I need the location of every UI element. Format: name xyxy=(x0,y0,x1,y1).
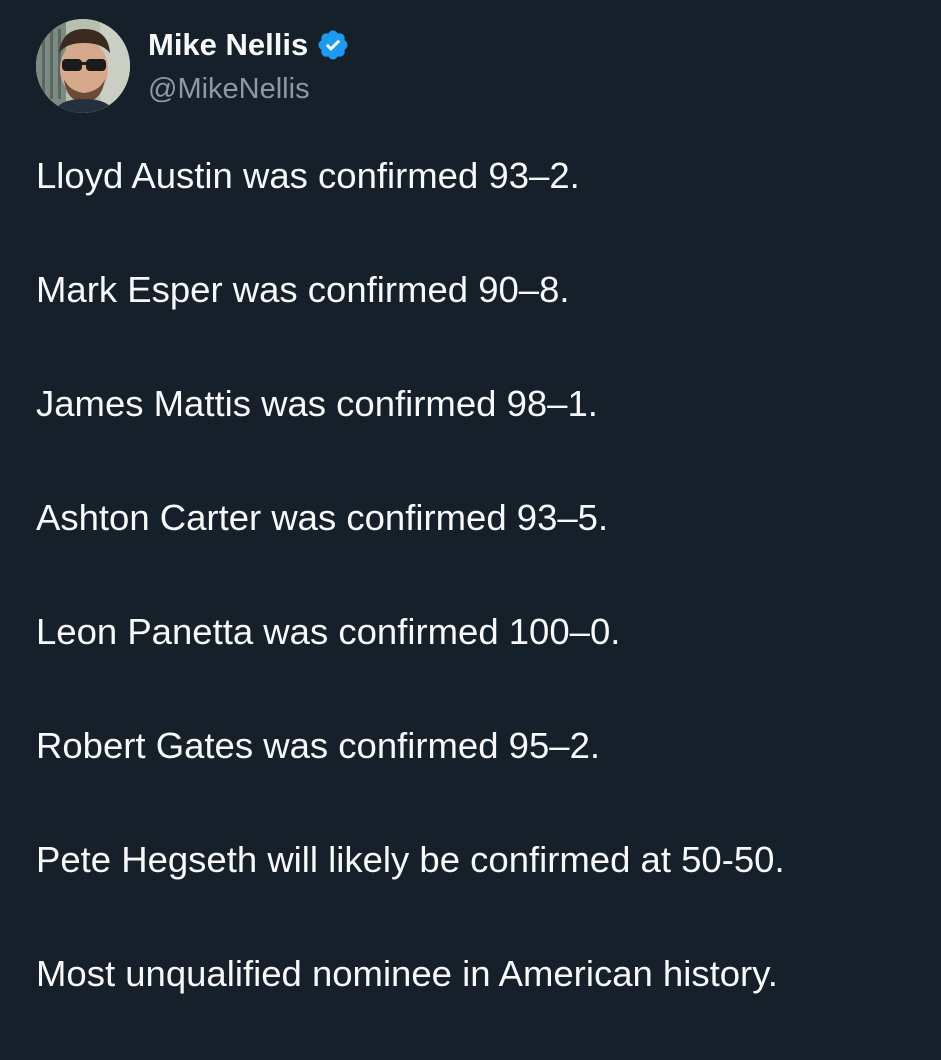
display-name[interactable]: Mike Nellis xyxy=(148,23,308,67)
tweet-line-gates: Robert Gates was confirmed 95–2. xyxy=(36,725,601,766)
tweet-line-esper: Mark Esper was confirmed 90–8. xyxy=(36,269,570,310)
tweet-line-conclusion: Most unqualified nominee in American his… xyxy=(36,953,778,994)
avatar-photo-icon xyxy=(36,19,130,113)
tweet-text: Lloyd Austin was confirmed 93–2. Mark Es… xyxy=(36,148,916,1060)
verified-badge-icon[interactable] xyxy=(316,28,350,62)
tweet-line-panetta: Leon Panetta was confirmed 100–0. xyxy=(36,611,621,652)
tweet-line-hegseth: Pete Hegseth will likely be confirmed at… xyxy=(36,839,785,880)
tweet-line-austin: Lloyd Austin was confirmed 93–2. xyxy=(36,155,580,196)
tweet-line-carter: Ashton Carter was confirmed 93–5. xyxy=(36,497,609,538)
display-name-row: Mike Nellis xyxy=(148,23,350,67)
tweet-line-mattis: James Mattis was confirmed 98–1. xyxy=(36,383,598,424)
tweet-author-header: Mike Nellis @MikeNellis xyxy=(36,18,350,114)
author-names: Mike Nellis @MikeNellis xyxy=(148,23,350,109)
avatar[interactable] xyxy=(36,19,130,113)
clipped-previous-text: ​ xyxy=(0,0,941,8)
user-handle[interactable]: @MikeNellis xyxy=(148,69,350,109)
